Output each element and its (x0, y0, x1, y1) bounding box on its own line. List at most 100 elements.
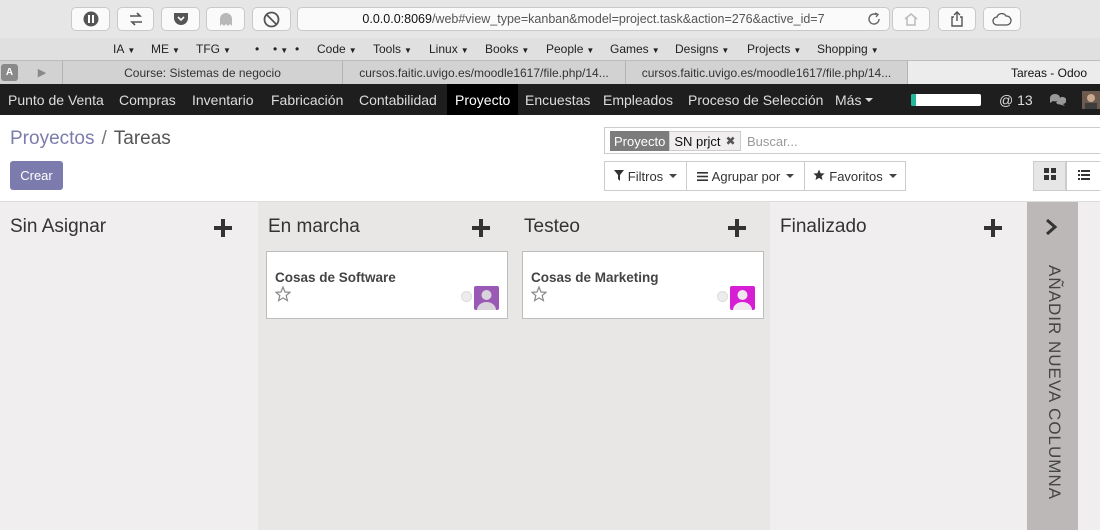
pause-button[interactable] (71, 7, 110, 31)
pause-icon (83, 11, 99, 27)
menu-compras[interactable]: Compras (119, 84, 176, 115)
search-input[interactable] (747, 131, 1087, 151)
adblock-button[interactable] (252, 7, 291, 31)
bookmark-folder[interactable]: Tools ▼ (373, 42, 412, 56)
column-title[interactable]: En marcha (268, 216, 360, 238)
task-card[interactable]: Cosas de Software (266, 251, 508, 319)
task-card[interactable]: Cosas de Marketing (522, 251, 764, 319)
caret-down-icon (669, 174, 678, 178)
status-dot[interactable] (461, 291, 472, 302)
mentions-counter[interactable]: @ 13 (999, 84, 1033, 115)
reload-icon[interactable] (867, 12, 881, 26)
ghost-icon (219, 11, 233, 27)
browser-tabs: A ▶ Course: Sistemas de negocio cursos.f… (0, 60, 1100, 84)
bookmark-folder[interactable]: Books ▼ (485, 42, 529, 56)
menu-fabricacion[interactable]: Fabricación (271, 84, 343, 115)
cloud-icon (992, 12, 1012, 26)
user-avatar[interactable] (1082, 84, 1100, 115)
bookmark-folder[interactable]: Designs ▼ (675, 42, 729, 56)
create-button[interactable]: Crear (10, 161, 63, 190)
progress-bar (911, 94, 981, 106)
bookmark-folder[interactable]: Shopping ▼ (817, 42, 879, 56)
add-task-icon[interactable] (214, 219, 232, 237)
bookmark-folder[interactable]: Code ▼ (317, 42, 357, 56)
bookmark-folder[interactable]: Linux ▼ (429, 42, 469, 56)
filters-button[interactable]: Filtros (604, 161, 687, 191)
icloud-button[interactable] (983, 7, 1021, 31)
page-title: Tareas (113, 128, 171, 149)
address-bar[interactable]: 0.0.0.0:8069/web#view_type=kanban&model=… (297, 7, 890, 31)
bookmark-folder[interactable]: People ▼ (546, 42, 594, 56)
ghostery-button[interactable] (206, 7, 245, 31)
task-title: Cosas de Marketing (531, 270, 659, 285)
main-menu: Punto de Venta Compras Inventario Fabric… (0, 84, 1100, 115)
kanban-column: Testeo Cosas de Marketing (514, 202, 770, 530)
browser-tab[interactable]: cursos.faitic.uvigo.es/moodle1617/file.p… (626, 61, 908, 84)
pocket-button[interactable] (161, 7, 200, 31)
bookmark-folder[interactable]: Projects ▼ (747, 42, 801, 56)
remove-facet-icon[interactable]: ✖ (726, 134, 736, 148)
column-title[interactable]: Testeo (524, 216, 580, 238)
search-facet: Proyecto SN prjct ✖ (610, 131, 741, 151)
browser-tab[interactable]: Course: Sistemas de negocio (62, 61, 343, 84)
bookmark-folder[interactable]: ME ▼ (151, 42, 180, 56)
kanban-view-button[interactable] (1033, 161, 1066, 191)
kanban-column: Sin Asignar (0, 202, 256, 530)
caret-down-icon (888, 174, 897, 178)
menu-proceso-seleccion[interactable]: Proceso de Selección (688, 84, 823, 115)
status-dot[interactable] (717, 291, 728, 302)
menu-proyecto[interactable]: Proyecto (447, 84, 519, 115)
kanban-board: Sin Asignar En marcha Cosas de Software … (0, 201, 1100, 530)
list-icon (1077, 167, 1090, 185)
list-view-button[interactable] (1066, 161, 1100, 191)
list-icon (696, 169, 708, 184)
add-task-icon[interactable] (984, 219, 1002, 237)
facet-value: SN prjct ✖ (669, 131, 741, 151)
menu-contabilidad[interactable]: Contabilidad (359, 84, 437, 115)
menu-encuestas[interactable]: Encuestas (525, 84, 590, 115)
facet-category: Proyecto (610, 131, 670, 151)
home-button[interactable] (892, 7, 930, 31)
breadcrumb-proyectos[interactable]: Proyectos (10, 128, 94, 149)
a-icon[interactable]: A (1, 64, 18, 81)
menu-inventario[interactable]: Inventario (192, 84, 253, 115)
add-column-panel[interactable]: AÑADIR NUEVA COLUMNA (1027, 202, 1078, 530)
filter-icon (613, 169, 624, 184)
browser-tab-active[interactable]: Tareas - Odoo (908, 61, 1100, 84)
bookmark-folder[interactable]: Games ▼ (610, 42, 660, 56)
bookmark-item[interactable]: • (295, 42, 299, 56)
block-icon (263, 11, 280, 28)
group-by-button[interactable]: Agrupar por (686, 161, 805, 191)
column-title[interactable]: Sin Asignar (10, 216, 106, 238)
search-bar: Proyecto SN prjct ✖ (604, 127, 1100, 154)
url-path: /web#view_type=kanban&model=project.task… (431, 12, 825, 26)
star-outline-icon[interactable] (530, 285, 548, 303)
bookmark-folder[interactable]: • ▼ (273, 42, 288, 56)
breadcrumb-separator: / (101, 128, 107, 149)
column-title[interactable]: Finalizado (780, 216, 867, 238)
menu-empleados[interactable]: Empleados (603, 84, 673, 115)
menu-mas[interactable]: Más (835, 84, 874, 115)
arrows-swap-icon (128, 12, 144, 26)
youtube-icon[interactable]: ▶ (23, 64, 61, 81)
sync-button[interactable] (117, 7, 154, 31)
star-outline-icon[interactable] (274, 285, 292, 303)
avatar (474, 286, 499, 310)
browser-tab[interactable]: cursos.faitic.uvigo.es/moodle1617/file.p… (343, 61, 626, 84)
home-icon (903, 12, 919, 27)
url-host: 0.0.0.0:8069 (362, 12, 432, 26)
add-task-icon[interactable] (472, 219, 490, 237)
bookmark-folder[interactable]: IA ▼ (113, 42, 135, 56)
grid-icon (1043, 167, 1056, 185)
chat-icon[interactable] (1049, 84, 1066, 115)
menu-punto-de-venta[interactable]: Punto de Venta (8, 84, 104, 115)
add-task-icon[interactable] (728, 219, 746, 237)
breadcrumb: Proyectos / Tareas (10, 128, 171, 150)
bookmark-item[interactable]: • (255, 42, 259, 56)
chevron-right-icon (1043, 218, 1059, 241)
pocket-icon (173, 12, 189, 27)
bookmarks-bar: IA ▼ ME ▼ TFG ▼ • • ▼ • Code ▼ Tools ▼ Linux ▼ … (0, 38, 1100, 60)
favorites-button[interactable]: Favoritos (804, 161, 906, 191)
bookmark-folder[interactable]: TFG ▼ (196, 42, 231, 56)
share-button[interactable] (938, 7, 976, 31)
